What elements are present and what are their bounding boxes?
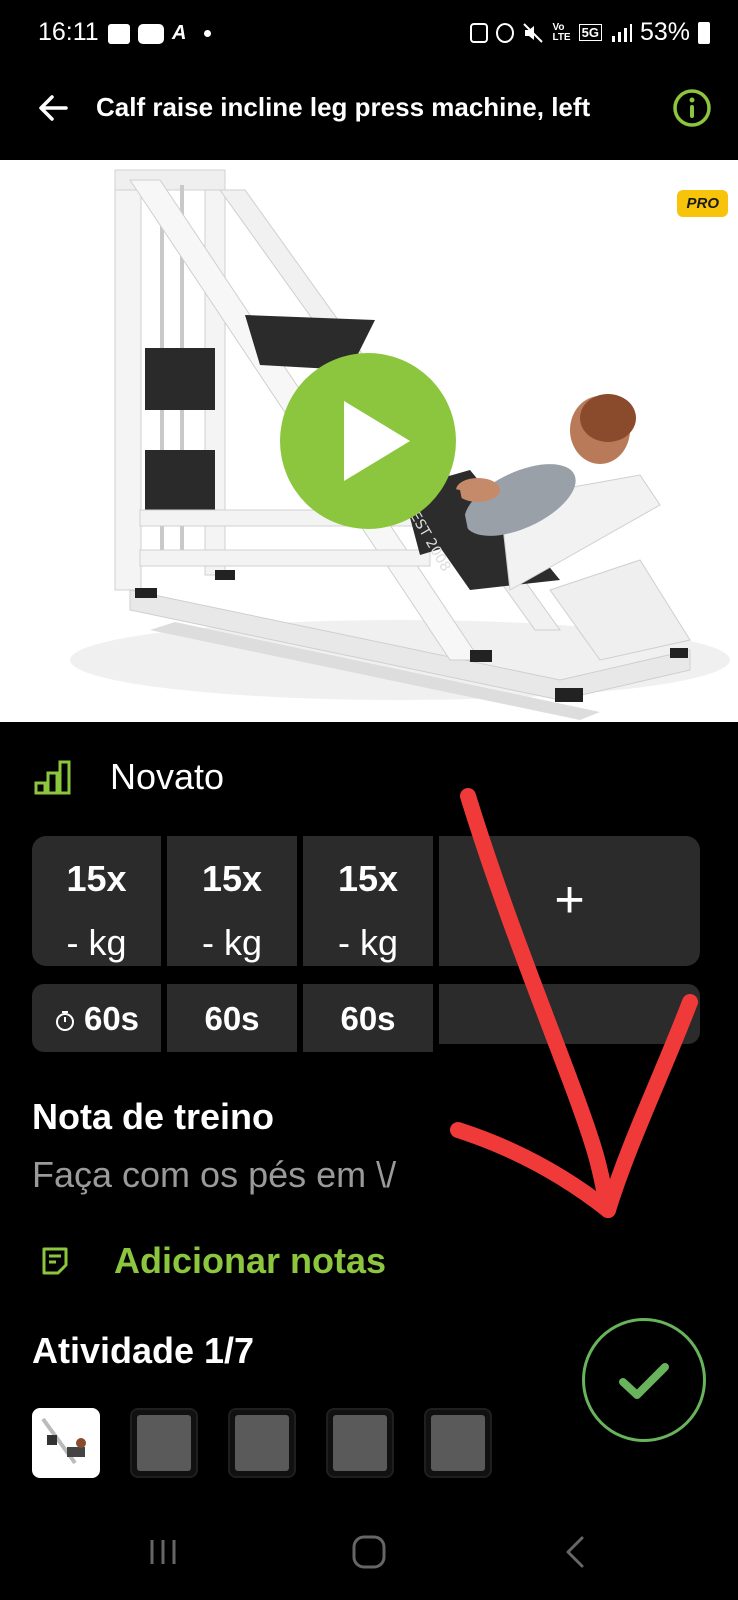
set-weight: - kg xyxy=(201,922,262,963)
level-label: Novato xyxy=(110,756,225,797)
thumbnail-image xyxy=(431,1415,485,1471)
volte-indicator: Vo LTE xyxy=(552,21,571,43)
set-reps: 15x xyxy=(337,858,399,899)
activity-thumbnail-3[interactable] xyxy=(228,1408,296,1478)
set-cell-1[interactable]: 15x - kg xyxy=(32,836,161,966)
set-cell-2[interactable]: 15x - kg xyxy=(167,836,297,966)
activity-thumbnail-1[interactable] xyxy=(32,1408,100,1478)
activity-thumbnails xyxy=(32,1408,502,1480)
thumbnail-image xyxy=(137,1415,191,1471)
activity-thumbnail-4[interactable] xyxy=(326,1408,394,1478)
thumbnail-image xyxy=(235,1415,289,1471)
add-notes-label: Adicionar notas xyxy=(114,1240,387,1281)
rest-value: 60s xyxy=(32,1000,161,1038)
volte-label: Vo xyxy=(552,21,565,33)
rest-cell-1[interactable]: 60s xyxy=(32,984,161,1052)
battery-percent: 53% xyxy=(639,18,690,46)
rest-cell-3[interactable]: 60s xyxy=(303,984,433,1052)
set-reps: 15x xyxy=(201,858,263,899)
signal-icon xyxy=(611,23,632,42)
add-notes-button[interactable]: Adicionar notas xyxy=(40,1240,386,1282)
set-weight: - kg xyxy=(66,922,127,963)
mute-icon xyxy=(523,22,544,43)
info-icon[interactable] xyxy=(672,88,712,128)
alarm-icon xyxy=(496,22,515,43)
set-weight: - kg xyxy=(337,922,398,963)
battery-icon xyxy=(698,21,710,44)
activity-title: Atividade 1/7 xyxy=(32,1330,255,1371)
lte-label: LTE xyxy=(552,31,571,43)
add-set-button[interactable]: + xyxy=(439,836,700,966)
more-notifications-icon xyxy=(204,30,212,37)
youtube-icon xyxy=(138,23,164,44)
note-title: Nota de treino xyxy=(32,1096,275,1137)
system-nav-bar xyxy=(0,1510,738,1600)
leg-press-thumbnail-image xyxy=(35,1411,97,1475)
plus-icon: + xyxy=(554,871,585,929)
complete-button[interactable] xyxy=(582,1318,706,1442)
check-icon xyxy=(619,1363,669,1399)
gallery-icon xyxy=(108,23,130,44)
status-time: 16:11 xyxy=(38,18,99,46)
status-bar: 16:11 A Vo LTE 5G 53% xyxy=(0,0,738,70)
exercise-video[interactable]: EST 2008 PRO xyxy=(0,160,738,722)
status-system-icons: Vo LTE 5G 53% xyxy=(470,18,710,47)
status-notification-icons: A xyxy=(108,22,212,45)
difficulty-level: Novato xyxy=(34,756,224,798)
recent-apps-icon[interactable] xyxy=(138,1532,188,1572)
play-button[interactable] xyxy=(280,353,456,529)
thumbnail-image xyxy=(333,1415,387,1471)
set-cell-3[interactable]: 15x - kg xyxy=(303,836,433,966)
rest-seconds: 60s xyxy=(83,1000,140,1037)
rest-cell-2[interactable]: 60s xyxy=(167,984,297,1052)
network-5g-label: 5G xyxy=(578,24,602,41)
battery-saver-icon xyxy=(470,22,489,43)
arrow-left-icon[interactable] xyxy=(34,88,74,128)
home-icon[interactable] xyxy=(344,1532,394,1572)
rest-seconds: 60s xyxy=(204,1000,260,1037)
back-nav-icon[interactable] xyxy=(552,1532,602,1572)
pro-badge: PRO xyxy=(677,190,728,217)
set-reps: 15x xyxy=(66,858,127,899)
level-bars-icon xyxy=(34,760,71,795)
activity-thumbnail-5[interactable] xyxy=(424,1408,492,1478)
note-text: Faça com os pés em \/ xyxy=(32,1154,397,1195)
note-icon xyxy=(42,1247,68,1275)
rest-seconds: 60s xyxy=(340,1000,396,1037)
rest-cell-empty xyxy=(439,984,700,1044)
app-a-icon: A xyxy=(172,22,187,44)
play-icon xyxy=(344,401,410,481)
header: Calf raise incline leg press machine, le… xyxy=(0,70,738,158)
activity-thumbnail-2[interactable] xyxy=(130,1408,198,1478)
page-title: Calf raise incline leg press machine, le… xyxy=(96,92,591,122)
timer-icon xyxy=(55,1011,74,1031)
